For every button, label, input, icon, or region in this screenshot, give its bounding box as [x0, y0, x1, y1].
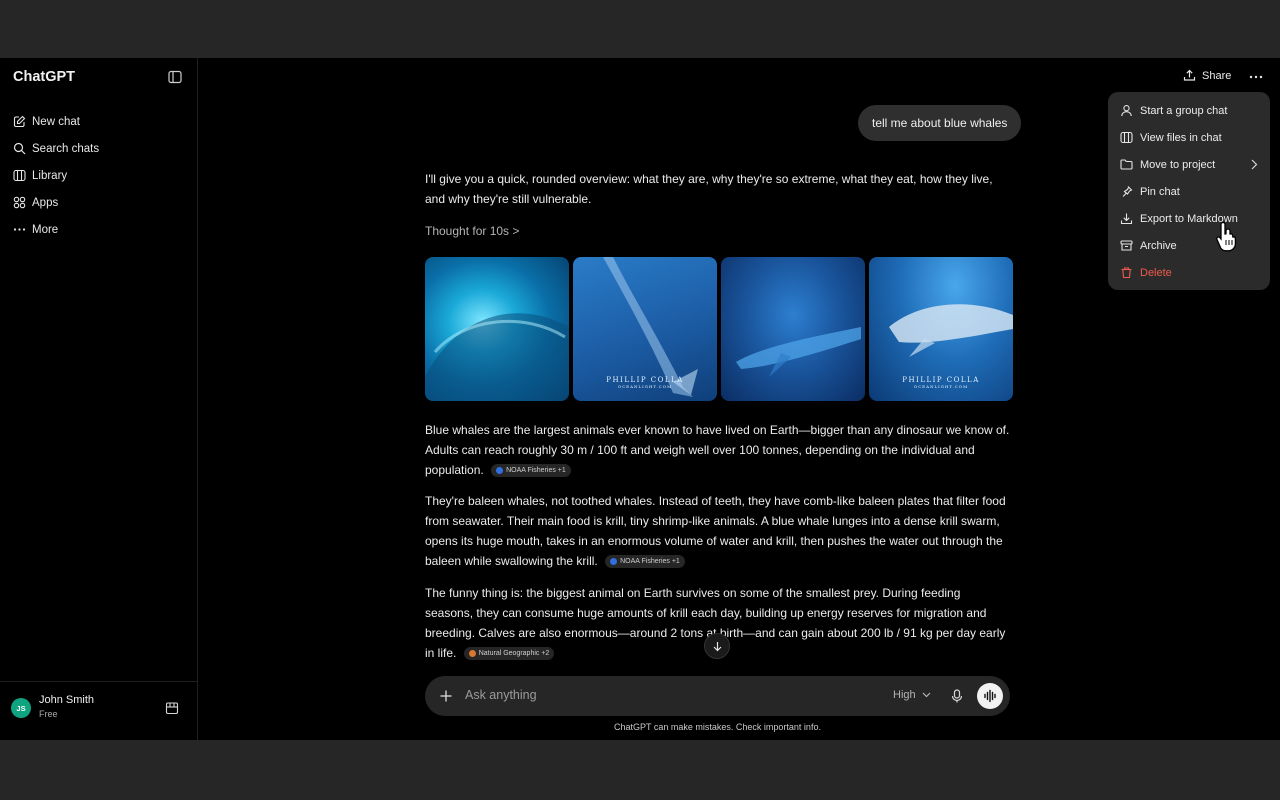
gift-icon[interactable]	[165, 701, 179, 715]
source-icon	[468, 650, 476, 658]
menu-item-move-to-project[interactable]: Move to project	[1108, 151, 1270, 178]
menu-item-delete[interactable]: Delete	[1108, 259, 1270, 286]
response-paragraph: Blue whales are the largest animals ever…	[425, 423, 1010, 478]
user-message: tell me about blue whales	[858, 105, 1022, 141]
sidebar-nav: New chat Search chats Library Apps More	[0, 108, 198, 243]
image-watermark: PHILLIP COLLA OCEANLIGHT.COM	[606, 376, 684, 389]
sidebar-item-search-chats[interactable]: Search chats	[0, 135, 198, 162]
compose-icon	[13, 115, 26, 128]
avatar[interactable]: JS	[11, 698, 31, 718]
brand-title[interactable]: ChatGPT	[13, 69, 75, 85]
microphone-icon[interactable]	[949, 688, 965, 704]
app-window: ChatGPT New chat Search chats Library Ap…	[0, 58, 1280, 740]
composer: Ask anything High	[425, 676, 1010, 716]
sidebar-item-label: Search chats	[32, 142, 100, 155]
chevron-right-icon	[1251, 159, 1258, 170]
share-label: Share	[1202, 69, 1232, 82]
whale-image[interactable]: PHILLIP COLLA OCEANLIGHT.COM	[869, 257, 1013, 401]
menu-item-export-markdown[interactable]: Export to Markdown	[1108, 205, 1270, 232]
image-watermark: PHILLIP COLLA OCEANLIGHT.COM	[902, 376, 980, 389]
image-gallery: PHILLIP COLLA OCEANLIGHT.COM PHILLIP COLL…	[425, 257, 1013, 401]
whale-image[interactable]	[721, 257, 865, 401]
toggle-sidebar-icon[interactable]	[168, 70, 184, 86]
share-icon	[1183, 69, 1196, 81]
sidebar-item-label: Apps	[32, 196, 59, 209]
apps-icon	[13, 196, 26, 209]
sidebar-item-label: New chat	[32, 115, 80, 128]
trash-icon	[1120, 266, 1133, 279]
source-icon	[610, 558, 618, 566]
user-name: John Smith	[39, 694, 95, 706]
more-options-icon[interactable]	[1248, 70, 1264, 84]
search-icon	[13, 142, 26, 155]
arrow-down-icon	[713, 641, 721, 651]
citation-chip[interactable]: NOAA Fisheries +1	[605, 555, 685, 569]
waveform-icon	[984, 689, 996, 703]
sidebar: ChatGPT New chat Search chats Library Ap…	[0, 58, 198, 740]
menu-item-archive[interactable]: Archive	[1108, 232, 1270, 259]
citation-chip[interactable]: Natural Geographic +2	[463, 647, 555, 661]
menu-item-view-files[interactable]: View files in chat	[1108, 124, 1270, 151]
archive-icon	[1120, 239, 1133, 252]
download-icon	[1120, 212, 1133, 225]
response-paragraph: They're baleen whales, not toothed whale…	[425, 494, 1006, 569]
library-icon	[13, 169, 26, 182]
voice-mode-button[interactable]	[977, 683, 1003, 709]
files-icon	[1120, 131, 1133, 144]
whale-image[interactable]	[425, 257, 569, 401]
plus-icon[interactable]	[439, 689, 453, 703]
menu-item-start-group-chat[interactable]: Start a group chat	[1108, 97, 1270, 124]
sidebar-item-library[interactable]: Library	[0, 162, 198, 189]
thought-toggle[interactable]: Thought for 10s >	[425, 224, 519, 238]
pin-icon	[1120, 185, 1133, 198]
chevron-down-icon	[922, 692, 931, 698]
sidebar-item-new-chat[interactable]: New chat	[0, 108, 198, 135]
chat-options-menu: Start a group chat View files in chat Mo…	[1108, 92, 1270, 290]
user-profile[interactable]: JS John Smith Free	[0, 681, 198, 740]
user-plan: Free	[39, 709, 58, 719]
response-intro: I'll give you a quick, rounded overview:…	[425, 172, 993, 206]
hand-pointer-cursor-icon	[1214, 220, 1240, 252]
more-dots-icon	[13, 223, 26, 236]
citation-chip[interactable]: NOAA Fisheries +1	[491, 464, 571, 478]
source-icon	[496, 467, 504, 475]
scroll-down-button[interactable]	[704, 633, 730, 659]
sidebar-item-apps[interactable]: Apps	[0, 189, 198, 216]
menu-item-pin-chat[interactable]: Pin chat	[1108, 178, 1270, 205]
reasoning-mode-select[interactable]: High	[893, 689, 931, 701]
disclaimer: ChatGPT can make mistakes. Check importa…	[614, 722, 821, 732]
message-input[interactable]: Ask anything	[465, 688, 537, 702]
share-button[interactable]: Share	[1183, 69, 1231, 82]
sidebar-item-more[interactable]: More	[0, 216, 198, 243]
person-icon	[1120, 104, 1133, 117]
sidebar-item-label: Library	[32, 169, 68, 182]
whale-image[interactable]: PHILLIP COLLA OCEANLIGHT.COM	[573, 257, 717, 401]
sidebar-item-label: More	[32, 223, 59, 236]
folder-icon	[1120, 158, 1133, 171]
